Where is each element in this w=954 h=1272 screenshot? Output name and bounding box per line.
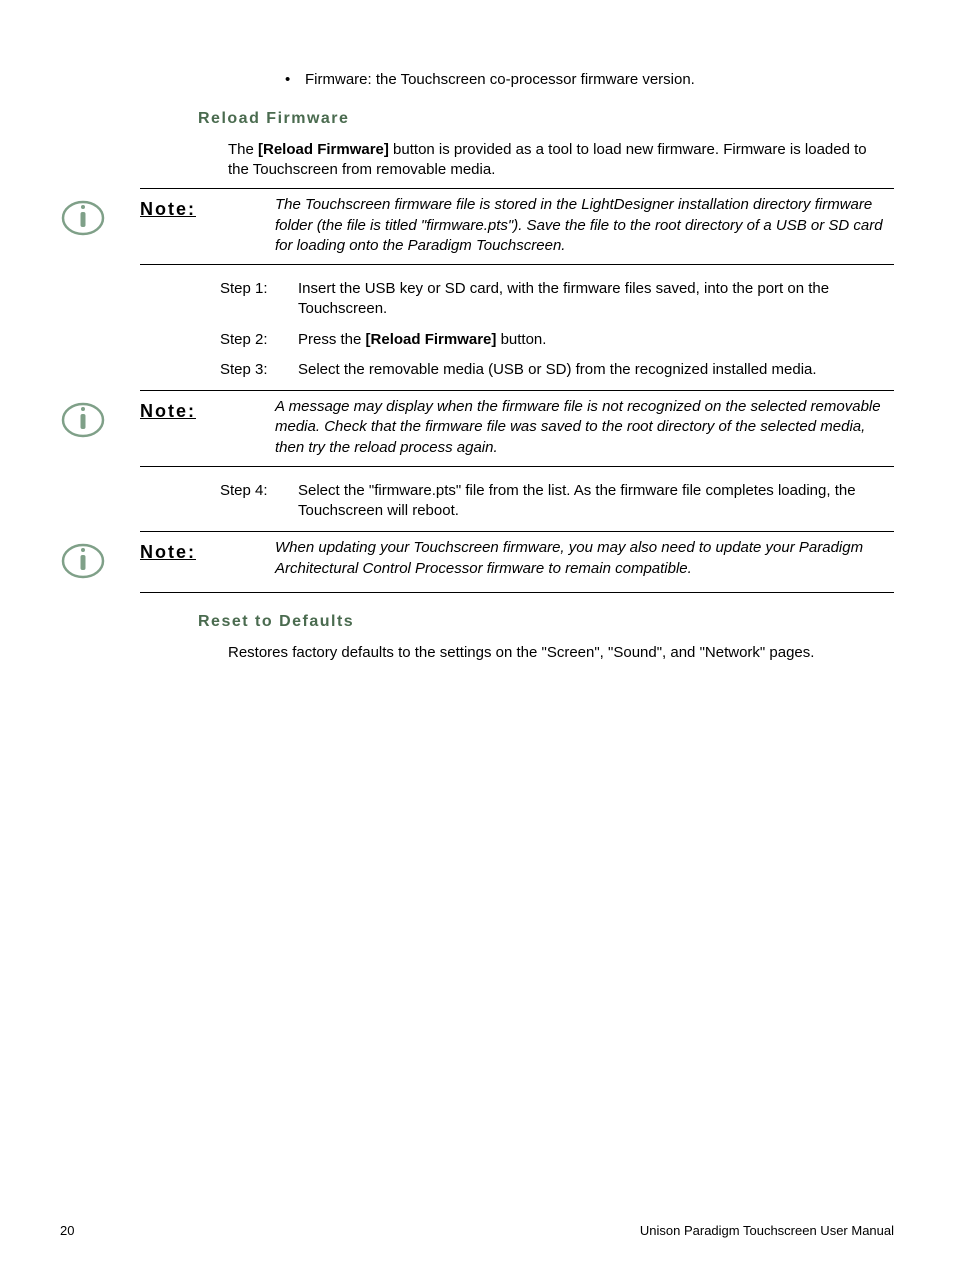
step-2-pre: Press the — [298, 331, 366, 348]
note-rule-bottom — [140, 592, 894, 593]
note-rule-top — [140, 390, 894, 391]
intro-pre: The — [228, 141, 258, 158]
step-1: Step 1: Insert the USB key or SD card, w… — [220, 279, 884, 320]
step-4-label: Step 4: — [220, 481, 298, 522]
page-number: 20 — [60, 1222, 74, 1240]
page-footer: 20 Unison Paradigm Touchscreen User Manu… — [60, 1222, 894, 1240]
step-4: Step 4: Select the "firmware.pts" file f… — [220, 481, 884, 522]
footer-title: Unison Paradigm Touchscreen User Manual — [640, 1222, 894, 1240]
note-rule-bottom — [140, 264, 894, 265]
step-3-label: Step 3: — [220, 360, 298, 380]
step-2: Step 2: Press the [Reload Firmware] butt… — [220, 330, 884, 350]
step-4-text: Select the "firmware.pts" file from the … — [298, 481, 884, 522]
step-1-text: Insert the USB key or SD card, with the … — [298, 279, 884, 320]
note-1-text: The Touchscreen firmware file is stored … — [275, 195, 894, 256]
step-2-label: Step 2: — [220, 330, 298, 350]
reset-paragraph: Restores factory defaults to the setting… — [228, 643, 884, 663]
note-2-text: A message may display when the firmware … — [275, 397, 894, 458]
step-3: Step 3: Select the removable media (USB … — [220, 360, 884, 380]
note-label: Note: — [140, 195, 275, 221]
bullet-text: Firmware: the Touchscreen co-processor f… — [305, 71, 695, 88]
note-block-1: Note: The Touchscreen firmware file is s… — [60, 188, 894, 265]
firmware-bullet: •Firmware: the Touchscreen co-processor … — [285, 70, 894, 90]
intro-paragraph: The [Reload Firmware] button is provided… — [228, 140, 884, 181]
note-rule-top — [140, 531, 894, 532]
step-2-bold: [Reload Firmware] — [366, 331, 497, 348]
note-block-3: Note: When updating your Touchscreen fir… — [60, 531, 894, 593]
info-icon — [60, 195, 106, 241]
bullet-dot: • — [285, 70, 305, 90]
note-rule-bottom — [140, 466, 894, 467]
note-3-text: When updating your Touchscreen firmware,… — [275, 538, 894, 579]
note-label: Note: — [140, 538, 275, 564]
note-rule-top — [140, 188, 894, 189]
step-3-text: Select the removable media (USB or SD) f… — [298, 360, 884, 380]
note-label: Note: — [140, 397, 275, 423]
step-2-post: button. — [496, 331, 546, 348]
info-icon — [60, 397, 106, 443]
heading-reload-firmware: Reload Firmware — [198, 108, 894, 130]
intro-bold: [Reload Firmware] — [258, 141, 389, 158]
step-1-label: Step 1: — [220, 279, 298, 320]
note-block-2: Note: A message may display when the fir… — [60, 390, 894, 467]
info-icon — [60, 538, 106, 584]
step-2-text: Press the [Reload Firmware] button. — [298, 330, 884, 350]
heading-reset-defaults: Reset to Defaults — [198, 611, 894, 633]
